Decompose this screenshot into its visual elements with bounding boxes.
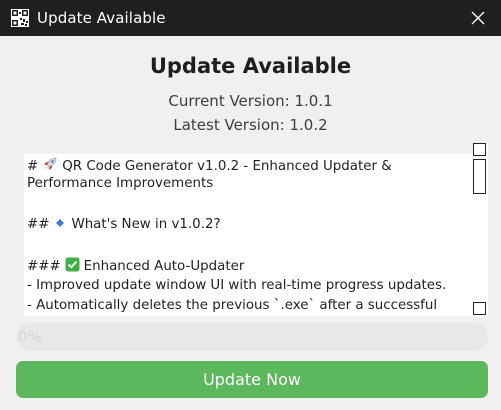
release-notes-textbox[interactable]: # QR Code Generator v1.0.2 - Enhanced Up… (24, 154, 474, 316)
notes-line-4-prefix: ### (27, 259, 61, 274)
progress-percent-label: 0% (18, 328, 42, 346)
current-version-label: Current Version: 1.0.1 (168, 92, 333, 110)
dialog-content: Update Available Current Version: 1.0.1 … (0, 36, 501, 410)
notes-line-4: ### Enhanced Auto-Updater (27, 257, 244, 276)
check-mark-icon (65, 257, 80, 276)
close-button[interactable] (455, 0, 501, 36)
notes-line-3-text: What's New in v1.0.2? (71, 217, 221, 232)
notes-line-2: Performance Improvements (27, 176, 213, 191)
window-title: Update Available (37, 9, 166, 27)
notes-line-3: ## What's New in v1.0.2? (27, 216, 221, 234)
scroll-thumb[interactable] (473, 159, 486, 194)
qr-code-icon (11, 9, 29, 27)
notes-line-3-prefix: ## (27, 217, 50, 232)
rocket-icon (42, 156, 58, 176)
blue-diamond-icon (53, 216, 67, 234)
scroll-up-button[interactable] (473, 143, 486, 156)
notes-line-4-text: Enhanced Auto-Updater (83, 259, 245, 274)
scroll-down-button[interactable] (473, 302, 486, 315)
title-bar[interactable]: Update Available (0, 0, 501, 36)
notes-line-1-prefix: # (27, 159, 39, 174)
notes-line-6-text: - Automatically deletes the previous `.e… (27, 298, 438, 313)
notes-line-5-text: - Improved update window UI with real-ti… (27, 278, 447, 293)
notes-line-1: # QR Code Generator v1.0.2 - Enhanced Up… (27, 156, 392, 176)
close-icon (471, 11, 485, 25)
latest-version-label: Latest Version: 1.0.2 (173, 116, 328, 134)
notes-line-5: - Improved update window UI with real-ti… (27, 278, 446, 293)
notes-line-1-text: QR Code Generator v1.0.2 - Enhanced Upda… (62, 159, 392, 174)
page-title: Update Available (149, 54, 352, 78)
download-progress-bar: 0% (16, 323, 488, 351)
notes-line-2-text: Performance Improvements (27, 176, 214, 191)
update-now-button[interactable]: Update Now (16, 361, 488, 398)
notes-scrollbar[interactable] (473, 143, 488, 317)
notes-line-6: - Automatically deletes the previous `.e… (27, 298, 437, 313)
update-window: Update Available Update Available Curren… (0, 0, 501, 410)
